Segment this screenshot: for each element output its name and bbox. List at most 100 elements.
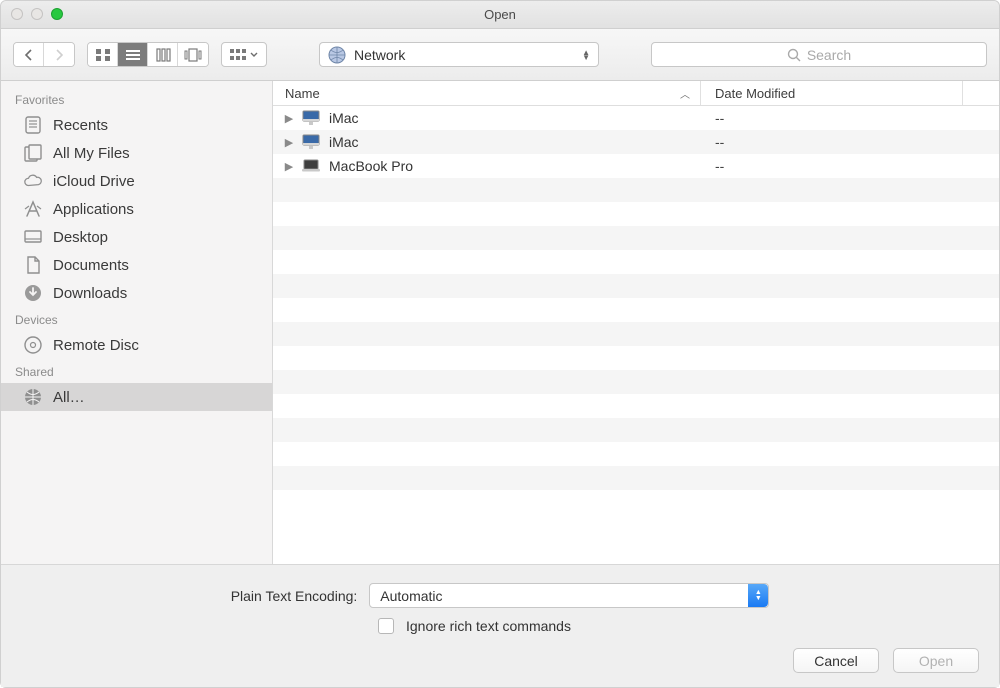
sidebar-section-devices: Devices (1, 307, 272, 331)
view-gallery-button[interactable] (178, 43, 208, 66)
search-icon (787, 48, 801, 62)
location-label: Network (354, 47, 405, 63)
sidebar-item-remote-disc[interactable]: Remote Disc (1, 331, 272, 359)
empty-row (273, 322, 999, 346)
doc-stack-icon (23, 144, 43, 162)
network-globe-icon (328, 46, 346, 64)
empty-row (273, 178, 999, 202)
search-field[interactable]: Search (651, 42, 987, 67)
sidebar-item-label: Applications (53, 201, 134, 218)
empty-row (273, 226, 999, 250)
nav-back-forward (13, 42, 75, 67)
sidebar-item-label: Recents (53, 117, 108, 134)
documents-icon (23, 256, 43, 274)
download-icon (23, 284, 43, 302)
sidebar-item-label: Desktop (53, 229, 108, 246)
file-date: -- (701, 158, 999, 174)
sidebar-item-documents[interactable]: Documents (1, 251, 272, 279)
file-list-pane: Name ︿ Date Modified ▶iMac--▶iMac--▶MacB… (273, 81, 999, 564)
ignore-rich-text-label: Ignore rich text commands (406, 618, 571, 634)
sidebar-item-label: iCloud Drive (53, 173, 135, 190)
empty-row (273, 274, 999, 298)
disclosure-triangle-icon[interactable]: ▶ (279, 112, 299, 125)
dialog-footer: Plain Text Encoding: Automatic ▲▼ Ignore… (1, 564, 999, 687)
sidebar-item-downloads[interactable]: Downloads (1, 279, 272, 307)
globe-icon (23, 388, 43, 406)
empty-row (273, 394, 999, 418)
toolbar: Network ▲▼ Search (1, 29, 999, 81)
disclosure-triangle-icon[interactable]: ▶ (279, 160, 299, 173)
empty-row (273, 370, 999, 394)
encoding-label: Plain Text Encoding: (231, 588, 358, 604)
file-name: MacBook Pro (323, 158, 701, 174)
back-button[interactable] (14, 43, 44, 66)
sidebar-item-label: Downloads (53, 285, 127, 302)
ignore-rich-text-checkbox[interactable] (378, 618, 394, 634)
sidebar-item-all-[interactable]: All… (1, 383, 272, 411)
view-columns-button[interactable] (148, 43, 178, 66)
disclosure-triangle-icon[interactable]: ▶ (279, 136, 299, 149)
doc-list-icon (23, 116, 43, 134)
encoding-select[interactable]: Automatic ▲▼ (369, 583, 769, 608)
empty-row (273, 346, 999, 370)
file-name: iMac (323, 110, 701, 126)
file-row[interactable]: ▶ iMac-- (273, 130, 999, 154)
window-title: Open (1, 7, 999, 22)
file-name: iMac (323, 134, 701, 150)
select-stepper-icon: ▲▼ (748, 584, 768, 607)
minimize-window-button[interactable] (31, 8, 43, 20)
open-dialog-window: Open (0, 0, 1000, 688)
empty-row (273, 202, 999, 226)
chevron-down-icon (250, 52, 258, 58)
view-icons-button[interactable] (88, 43, 118, 66)
close-window-button[interactable] (11, 8, 23, 20)
sidebar-item-recents[interactable]: Recents (1, 111, 272, 139)
stepper-arrows-icon: ▲▼ (582, 50, 590, 60)
cancel-button[interactable]: Cancel (793, 648, 879, 673)
sidebar-section-favorites: Favorites (1, 87, 272, 111)
file-row[interactable]: ▶ iMac-- (273, 106, 999, 130)
titlebar[interactable]: Open (1, 1, 999, 29)
desktop-icon (23, 228, 43, 246)
imac-icon (299, 134, 323, 150)
imac-icon (299, 110, 323, 126)
column-header-date[interactable]: Date Modified (701, 81, 963, 105)
empty-row (273, 418, 999, 442)
sidebar-section-shared: Shared (1, 359, 272, 383)
column-header-name[interactable]: Name ︿ (273, 81, 701, 105)
window-controls (11, 8, 63, 20)
file-date: -- (701, 134, 999, 150)
view-mode-switcher (87, 42, 209, 67)
cloud-icon (23, 172, 43, 190)
sidebar-item-icloud-drive[interactable]: iCloud Drive (1, 167, 272, 195)
column-header-extra[interactable] (963, 81, 999, 105)
location-popup-button[interactable]: Network ▲▼ (319, 42, 599, 67)
column-headers: Name ︿ Date Modified (273, 81, 999, 106)
file-row[interactable]: ▶ MacBook Pro-- (273, 154, 999, 178)
empty-row (273, 466, 999, 490)
forward-button[interactable] (44, 43, 74, 66)
empty-row (273, 298, 999, 322)
open-button[interactable]: Open (893, 648, 979, 673)
sidebar-item-desktop[interactable]: Desktop (1, 223, 272, 251)
macbook-icon (299, 159, 323, 173)
search-placeholder: Search (807, 47, 851, 63)
sidebar-item-label: Remote Disc (53, 337, 139, 354)
disc-icon (23, 336, 43, 354)
view-list-button[interactable] (118, 43, 148, 66)
encoding-value: Automatic (380, 588, 442, 604)
sidebar-item-label: Documents (53, 257, 129, 274)
sidebar: Favorites Recents All My Files iCloud Drive… (1, 81, 273, 564)
file-date: -- (701, 110, 999, 126)
sidebar-item-applications[interactable]: Applications (1, 195, 272, 223)
empty-row (273, 442, 999, 466)
app-a-icon (23, 200, 43, 218)
sidebar-item-label: All… (53, 389, 85, 406)
group-dropdown-button[interactable] (221, 42, 267, 67)
maximize-window-button[interactable] (51, 8, 63, 20)
sort-ascending-icon: ︿ (680, 86, 690, 101)
sidebar-item-label: All My Files (53, 145, 130, 162)
sidebar-item-all-my-files[interactable]: All My Files (1, 139, 272, 167)
file-rows: ▶iMac--▶iMac--▶MacBook Pro-- (273, 106, 999, 564)
empty-row (273, 250, 999, 274)
